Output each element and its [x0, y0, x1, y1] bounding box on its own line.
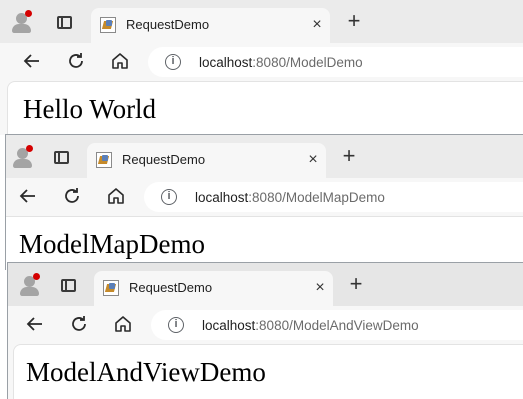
home-icon[interactable]: [113, 314, 133, 334]
home-icon[interactable]: [110, 51, 130, 71]
new-tab-button[interactable]: +: [347, 273, 365, 295]
back-arrow-icon[interactable]: [25, 314, 45, 334]
close-tab-icon[interactable]: ×: [310, 17, 324, 33]
tab-title: RequestDemo: [129, 280, 213, 295]
address-bar[interactable]: i localhost:8080/ModelDemo: [148, 47, 523, 77]
profile-avatar-icon[interactable]: [10, 10, 34, 34]
favicon-icon: [96, 152, 112, 168]
navigation-toolbar: i localhost:8080/ModelMapDemo: [6, 178, 523, 216]
tab-actions-icon[interactable]: [61, 279, 76, 292]
url-text[interactable]: localhost:8080/ModelAndViewDemo: [202, 318, 419, 334]
browser-window-1: RequestDemo × + i localhost:8080/ModelDe…: [0, 0, 523, 135]
reload-icon[interactable]: [62, 186, 82, 206]
tab-title: RequestDemo: [126, 17, 210, 32]
tab-request-demo[interactable]: RequestDemo ×: [94, 271, 333, 306]
url-path: :8080/ModelMapDemo: [248, 190, 385, 205]
browser-window-3: RequestDemo × + i localhost:8080/ModelAn…: [7, 262, 523, 399]
url-path: :8080/ModelAndViewDemo: [255, 318, 419, 333]
page-content: ModelAndViewDemo: [13, 344, 523, 399]
tab-strip: RequestDemo × +: [8, 263, 523, 306]
page-content: Hello World: [7, 81, 523, 135]
site-info-icon[interactable]: i: [168, 317, 184, 333]
navigation-toolbar: i localhost:8080/ModelAndViewDemo: [8, 306, 523, 344]
tab-actions-icon[interactable]: [54, 151, 69, 164]
reload-icon[interactable]: [69, 314, 89, 334]
tab-request-demo[interactable]: RequestDemo ×: [87, 143, 326, 178]
navigation-toolbar: i localhost:8080/ModelDemo: [0, 43, 523, 81]
page-heading: ModelAndViewDemo: [26, 357, 266, 387]
tab-strip: RequestDemo × +: [0, 0, 523, 43]
page-heading: Hello World: [23, 94, 157, 124]
new-tab-button[interactable]: +: [340, 145, 358, 167]
tab-title: RequestDemo: [122, 152, 206, 167]
address-bar[interactable]: i localhost:8080/ModelAndViewDemo: [151, 310, 523, 340]
notification-dot-icon: [25, 10, 32, 17]
close-tab-icon[interactable]: ×: [313, 280, 327, 296]
url-host: localhost: [195, 190, 249, 205]
browser-window-2: RequestDemo × + i localhost:8080/ModelMa…: [5, 134, 523, 270]
back-arrow-icon[interactable]: [18, 186, 38, 206]
notification-dot-icon: [33, 273, 40, 280]
profile-avatar-icon[interactable]: [11, 145, 35, 169]
url-text[interactable]: localhost:8080/ModelMapDemo: [195, 190, 385, 206]
address-bar[interactable]: i localhost:8080/ModelMapDemo: [144, 182, 523, 212]
new-tab-button[interactable]: +: [345, 10, 363, 32]
home-icon[interactable]: [106, 186, 126, 206]
tab-strip: RequestDemo × +: [6, 135, 523, 178]
url-text[interactable]: localhost:8080/ModelDemo: [199, 55, 363, 71]
tab-actions-icon[interactable]: [57, 16, 72, 29]
url-host: localhost: [199, 55, 253, 70]
profile-avatar-icon[interactable]: [18, 273, 42, 297]
site-info-icon[interactable]: i: [165, 54, 181, 70]
favicon-icon: [103, 280, 119, 296]
close-tab-icon[interactable]: ×: [306, 152, 320, 168]
favicon-icon: [100, 17, 116, 33]
page-heading: ModelMapDemo: [19, 229, 205, 259]
site-info-icon[interactable]: i: [161, 189, 177, 205]
tab-request-demo[interactable]: RequestDemo ×: [91, 8, 330, 43]
reload-icon[interactable]: [66, 51, 86, 71]
back-arrow-icon[interactable]: [22, 51, 42, 71]
url-host: localhost: [202, 318, 256, 333]
url-path: :8080/ModelDemo: [252, 55, 363, 70]
notification-dot-icon: [26, 145, 33, 152]
